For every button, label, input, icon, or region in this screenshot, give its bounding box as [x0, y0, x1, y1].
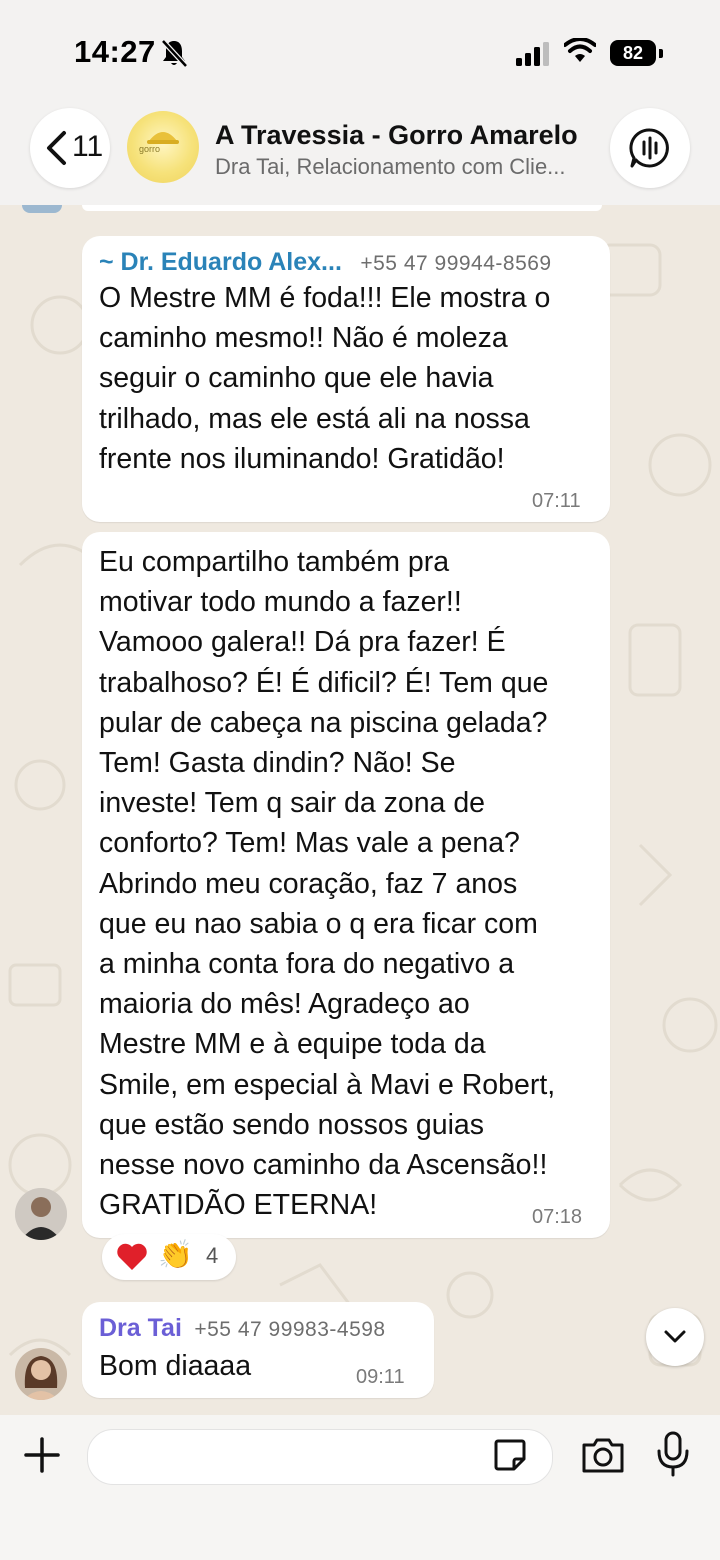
cellular-signal-icon [516, 42, 549, 66]
status-time: 14:27 [74, 34, 156, 69]
person-avatar-icon [15, 1188, 67, 1240]
message-line: que eu nao sabia o q era ficar com [99, 907, 538, 940]
reaction-count: 4 [206, 1243, 219, 1268]
message-time: 07:11 [532, 490, 581, 512]
bell-slash-icon [161, 39, 188, 68]
message-line: maioria do mês! Agradeço ao [99, 988, 470, 1021]
message-line: Bom diaaaa [99, 1350, 252, 1382]
group-logo-icon [147, 132, 179, 144]
voice-chat-icon [629, 128, 669, 168]
back-button[interactable]: 11 [30, 108, 110, 188]
battery-indicator: 82 [610, 40, 656, 66]
clapping-hands-icon: 👏 [158, 1239, 193, 1270]
message-line: Smile, em especial à Mavi e Robert, [99, 1068, 556, 1101]
chat-header: 11 gorro A Travessia - Gorro Amarelo Dra… [0, 100, 720, 205]
status-bar: 14:27 82 [0, 0, 720, 100]
sender-name[interactable]: Dra Tai [99, 1314, 182, 1342]
sender-phone: +55 47 99983-4598 [194, 1318, 386, 1341]
message-line: que estão sendo nossos guias [99, 1108, 485, 1141]
battery-tip [659, 49, 663, 58]
sender-phone: +55 47 99944-8569 [360, 252, 552, 275]
message-composer [0, 1415, 720, 1560]
message-time: 09:11 [356, 1366, 405, 1388]
person-avatar-icon [15, 1348, 67, 1400]
group-avatar-text: gorro [139, 144, 161, 154]
message-line: trilhado, mas ele está ali na nossa [99, 402, 530, 435]
scroll-to-bottom-button[interactable] [646, 1308, 704, 1366]
message-line: Mestre MM e à equipe toda da [99, 1028, 486, 1061]
camera-icon[interactable] [580, 1435, 626, 1475]
message-time: 07:18 [532, 1206, 583, 1228]
heart-icon [117, 1243, 147, 1270]
sender-name[interactable]: ~ Dr. Eduardo Alex... [99, 248, 342, 276]
message-line: pular de cabeça na piscina gelada? [99, 706, 548, 739]
message-text: Eu compartilho também pra motivar todo m… [99, 542, 609, 1225]
sender-avatar[interactable] [15, 1188, 67, 1240]
voice-chat-button[interactable] [610, 108, 690, 188]
message-text: O Mestre MM é foda!!! Ele mostra o camin… [99, 278, 604, 479]
reaction-pill[interactable]: 👏 4 [102, 1234, 236, 1280]
message-bubble[interactable]: Eu compartilho também pra motivar todo m… [82, 532, 610, 1238]
message-line: investe! Tem q sair da zona de [99, 787, 486, 820]
wifi-icon [564, 38, 596, 62]
message-bubble[interactable]: Dra Tai +55 47 99983-4598 Bom diaaaa 09:… [82, 1302, 434, 1398]
message-line: a minha conta fora do negativo a [99, 948, 515, 981]
message-line: Vamooo galera!! Dá pra fazer! É [99, 626, 506, 659]
message-line: motivar todo mundo a fazer!! [99, 586, 462, 619]
message-line: nesse novo caminho da Ascensão!! [99, 1149, 548, 1182]
message-line: trabalhoso? É! É dificil? É! Tem que [99, 666, 549, 699]
message-line: O Mestre MM é foda!!! Ele mostra o [99, 282, 551, 314]
message-text: Bom diaaaa [99, 1346, 251, 1386]
unread-count: 11 [72, 130, 104, 163]
chevron-down-icon [664, 1330, 686, 1343]
chevron-left-icon [47, 131, 66, 165]
message-line: conforto? Tem! Mas vale a pena? [99, 827, 520, 860]
sender-avatar[interactable] [15, 1348, 67, 1400]
message-line: Tem! Gasta dindin? Não! Se [99, 747, 456, 780]
plus-icon[interactable] [22, 1435, 62, 1475]
message-input[interactable] [87, 1429, 553, 1485]
group-avatar[interactable]: gorro [127, 111, 199, 183]
message-line: Abrindo meu coração, faz 7 anos [99, 867, 518, 900]
microphone-icon[interactable] [656, 1431, 690, 1477]
message-line: caminho mesmo!! Não é moleza [99, 322, 508, 355]
message-line: seguir o caminho que ele havia [99, 362, 494, 395]
previous-avatar-edge [22, 205, 62, 213]
group-subtitle[interactable]: Dra Tai, Relacionamento com Clie... [215, 154, 566, 180]
message-line: Eu compartilho também pra [99, 546, 450, 578]
message-bubble[interactable]: ~ Dr. Eduardo Alex... +55 47 99944-8569 … [82, 236, 610, 522]
message-line: frente nos iluminando! Gratidão! [99, 442, 505, 475]
sticker-icon[interactable] [492, 1437, 528, 1473]
previous-message-edge [82, 205, 602, 211]
group-title[interactable]: A Travessia - Gorro Amarelo [215, 120, 578, 151]
